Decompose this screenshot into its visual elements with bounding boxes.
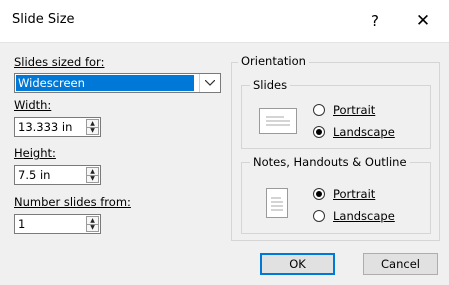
spin-arrows-icon[interactable]: ▲ ▼ xyxy=(86,216,99,232)
slides-portrait-option[interactable]: Portrait xyxy=(313,103,375,117)
cancel-button[interactable]: Cancel xyxy=(363,253,438,275)
number-slides-from-label: Number slides from: xyxy=(14,195,131,209)
spin-arrows-icon[interactable]: ▲ ▼ xyxy=(86,167,99,183)
number-slides-from-spinner[interactable]: 1 ▲ ▼ xyxy=(14,214,101,234)
chevron-down-icon[interactable] xyxy=(199,74,220,92)
notes-portrait-radio[interactable] xyxy=(313,188,325,200)
notes-portrait-label: Portrait xyxy=(333,187,376,201)
help-button[interactable]: ? xyxy=(360,8,390,34)
ok-button[interactable]: OK xyxy=(260,253,335,275)
slide-size-combobox[interactable]: Widescreen xyxy=(14,73,221,93)
height-value: 7.5 in xyxy=(18,168,51,182)
notes-portrait-option[interactable]: Portrait xyxy=(313,187,375,201)
slides-portrait-label: Portrait xyxy=(333,103,376,117)
slides-sized-for-label: Slides sized for: xyxy=(14,55,104,69)
dialog-title: Slide Size xyxy=(12,12,75,27)
notes-landscape-label: Landscape xyxy=(333,209,395,223)
slides-landscape-option[interactable]: Landscape xyxy=(313,125,395,139)
close-button[interactable]: ✕ xyxy=(407,8,439,34)
width-value: 13.333 in xyxy=(18,120,73,134)
spin-down-arrow-icon[interactable]: ▼ xyxy=(87,175,98,182)
landscape-page-icon xyxy=(259,108,297,134)
height-spinner[interactable]: 7.5 in ▲ ▼ xyxy=(14,165,101,185)
notes-group-title: Notes, Handouts & Outline xyxy=(250,155,410,169)
number-slides-from-value: 1 xyxy=(18,217,26,231)
slides-group-title: Slides xyxy=(250,78,291,92)
notes-landscape-option[interactable]: Landscape xyxy=(313,209,395,223)
height-label: Height: xyxy=(14,146,56,160)
number-slides-from-text: Number slides from: xyxy=(14,195,131,209)
slides-portrait-radio[interactable] xyxy=(313,104,325,116)
spin-arrows-icon[interactable]: ▲ ▼ xyxy=(86,119,99,135)
slides-sized-for-text: Slides sized for: xyxy=(14,55,105,69)
width-label-text: Width: xyxy=(14,98,52,112)
slide-size-value: Widescreen xyxy=(16,75,194,91)
portrait-page-icon xyxy=(266,188,288,218)
spin-down-arrow-icon[interactable]: ▼ xyxy=(87,127,98,134)
title-bar: Slide Size ? ✕ xyxy=(0,0,449,43)
notes-landscape-radio[interactable] xyxy=(313,210,325,222)
orientation-title: Orientation xyxy=(238,54,309,68)
width-spinner[interactable]: 13.333 in ▲ ▼ xyxy=(14,117,101,137)
slides-landscape-radio[interactable] xyxy=(313,126,325,138)
width-label: Width: xyxy=(14,98,51,112)
height-label-text: Height: xyxy=(14,146,56,160)
slides-landscape-label: Landscape xyxy=(333,125,395,139)
spin-down-arrow-icon[interactable]: ▼ xyxy=(87,224,98,231)
